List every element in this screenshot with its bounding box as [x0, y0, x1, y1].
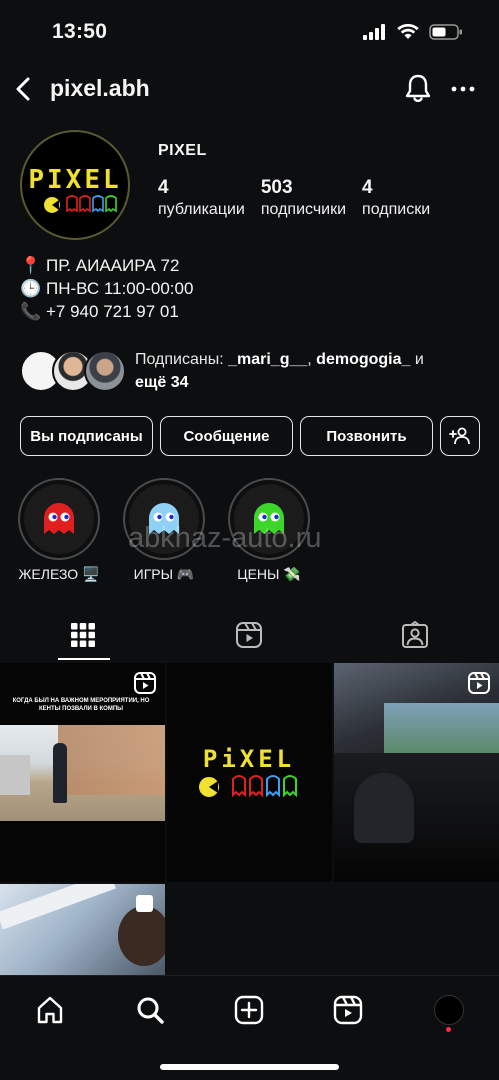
profile-avatar[interactable]: PIXEL	[20, 130, 130, 240]
grid-icon	[71, 623, 95, 647]
post-photo	[334, 663, 499, 882]
bio-phone[interactable]: 📞 +7 940 721 97 01	[20, 300, 193, 323]
tab-grid[interactable]	[0, 608, 166, 662]
bio-hours: 🕒 ПН-ВС 11:00-00:00	[20, 277, 193, 300]
stat-value: 503	[260, 177, 293, 198]
highlight-item[interactable]: ЖЕЛЕЗО 🖥️	[9, 478, 109, 583]
call-button[interactable]: Позвонить	[300, 416, 433, 456]
add-post-icon	[234, 995, 264, 1025]
profile-header: pixel.abh	[0, 66, 499, 112]
profile-bio: 📍 ПР. АИААИРА 72 🕒 ПН-ВС 11:00-00:00 📞 +…	[20, 254, 193, 323]
cellular-signal-icon	[363, 24, 385, 40]
stat-label: подписчики	[260, 201, 347, 218]
active-tab-indicator	[58, 658, 110, 660]
pixel-logo-icon: PiXEL	[199, 745, 297, 798]
phone-icon: 📞	[20, 302, 42, 321]
post-photo	[0, 725, 165, 821]
highlight-label: ЦЕНЫ 💸	[237, 566, 301, 582]
nav-search[interactable]	[130, 990, 170, 1030]
bio-text: +7 940 721 97 01	[46, 302, 179, 321]
follower-username[interactable]: demogogia_	[316, 351, 410, 368]
stat-value: 4	[362, 177, 373, 198]
stat-label: публикации	[158, 201, 245, 218]
profile-handle: pixel.abh	[50, 75, 150, 101]
followed-by-text: Подписаны: _mari_g__, demogogia_ и ещё 34	[135, 348, 495, 394]
stat-label: подписки	[362, 201, 431, 218]
red-ghost-icon	[44, 503, 74, 534]
follower-avatar	[84, 350, 126, 392]
svg-text:PiXEL: PiXEL	[203, 745, 295, 773]
post-thumbnail[interactable]	[0, 884, 165, 975]
add-person-icon	[449, 427, 470, 445]
tab-reels[interactable]	[166, 608, 332, 662]
pin-icon: 📍	[20, 256, 42, 275]
stat-value: 4	[158, 177, 169, 198]
carousel-indicator-icon	[133, 892, 157, 916]
chevron-left-icon	[16, 77, 30, 101]
notification-dot	[446, 1027, 451, 1032]
profile-stats: 4 публикации 503 подписчики 4 подписки	[158, 176, 446, 221]
reels-icon	[236, 622, 262, 648]
tab-tagged[interactable]	[332, 608, 498, 662]
bio-text: ПР. АИААИРА 72	[46, 256, 180, 275]
more-options-button[interactable]	[451, 74, 475, 104]
bio-text: ПН-ВС 11:00-00:00	[46, 279, 194, 298]
search-icon	[137, 997, 164, 1024]
post-thumbnail[interactable]: КОГДА БЫЛ НА ВАЖНОМ МЕРОПРИЯТИИ, НО КЕНТ…	[0, 663, 165, 882]
nav-reels[interactable]	[328, 990, 368, 1030]
highlight-label: ИГРЫ 🎮	[133, 566, 195, 582]
stat-followers[interactable]: 503 подписчики	[261, 176, 346, 221]
status-time: 13:50	[52, 20, 108, 43]
stat-posts[interactable]: 4 публикации	[158, 176, 245, 221]
followed-separator: ,	[307, 351, 317, 368]
post-caption: КОГДА БЫЛ НА ВАЖНОМ МЕРОПРИЯТИИ, НО КЕНТ…	[12, 698, 150, 712]
highlight-label: ЖЕЛЕЗО 🖥️	[18, 566, 100, 582]
profile-avatar-small	[434, 995, 464, 1025]
post-thumbnail[interactable]: PiXEL	[167, 663, 332, 882]
nav-create[interactable]	[229, 990, 269, 1030]
nav-home[interactable]	[30, 990, 70, 1030]
followed-more[interactable]: ещё 34	[135, 374, 189, 391]
highlight-cover	[24, 484, 94, 554]
display-name: PIXEL	[158, 142, 207, 159]
message-button[interactable]: Сообщение	[160, 416, 293, 456]
tagged-person-icon	[402, 621, 428, 648]
reel-indicator-icon	[133, 671, 157, 695]
reel-indicator-icon	[467, 671, 491, 695]
clock-icon: 🕒	[20, 279, 42, 298]
watermark: abkhaz-auto.ru	[128, 522, 322, 554]
bio-address: 📍 ПР. АИААИРА 72	[20, 254, 193, 277]
following-button[interactable]: Вы подписаны	[20, 416, 153, 456]
followed-by[interactable]: Подписаны: _mari_g__, demogogia_ и ещё 34	[20, 348, 490, 394]
profile-actions: Вы подписаны Сообщение Позвонить	[20, 416, 480, 456]
notifications-button[interactable]	[403, 72, 433, 104]
reels-icon	[333, 995, 363, 1025]
battery-icon	[429, 24, 462, 40]
nav-profile[interactable]	[429, 990, 469, 1032]
wifi-icon	[397, 24, 419, 39]
home-indicator[interactable]	[160, 1064, 339, 1070]
followed-conjunction: и	[410, 351, 424, 368]
more-horizontal-icon	[451, 86, 475, 92]
back-button[interactable]	[10, 74, 38, 104]
stat-following[interactable]: 4 подписки	[362, 176, 430, 221]
svg-text:PIXEL: PIXEL	[28, 165, 121, 195]
bell-icon	[405, 74, 431, 102]
profile-tabs	[0, 608, 499, 662]
post-thumbnail[interactable]	[334, 663, 499, 882]
status-icons	[363, 24, 463, 40]
followed-prefix: Подписаны:	[135, 351, 229, 368]
suggest-people-button[interactable]	[440, 416, 480, 456]
follower-username[interactable]: _mari_g__	[228, 351, 307, 368]
status-bar: 13:50	[0, 0, 499, 66]
posts-grid: КОГДА БЫЛ НА ВАЖНОМ МЕРОПРИЯТИИ, НО КЕНТ…	[0, 663, 499, 975]
home-icon	[37, 996, 63, 1024]
pixel-logo-icon: PIXEL	[28, 165, 121, 213]
highlight-ring	[18, 478, 100, 560]
